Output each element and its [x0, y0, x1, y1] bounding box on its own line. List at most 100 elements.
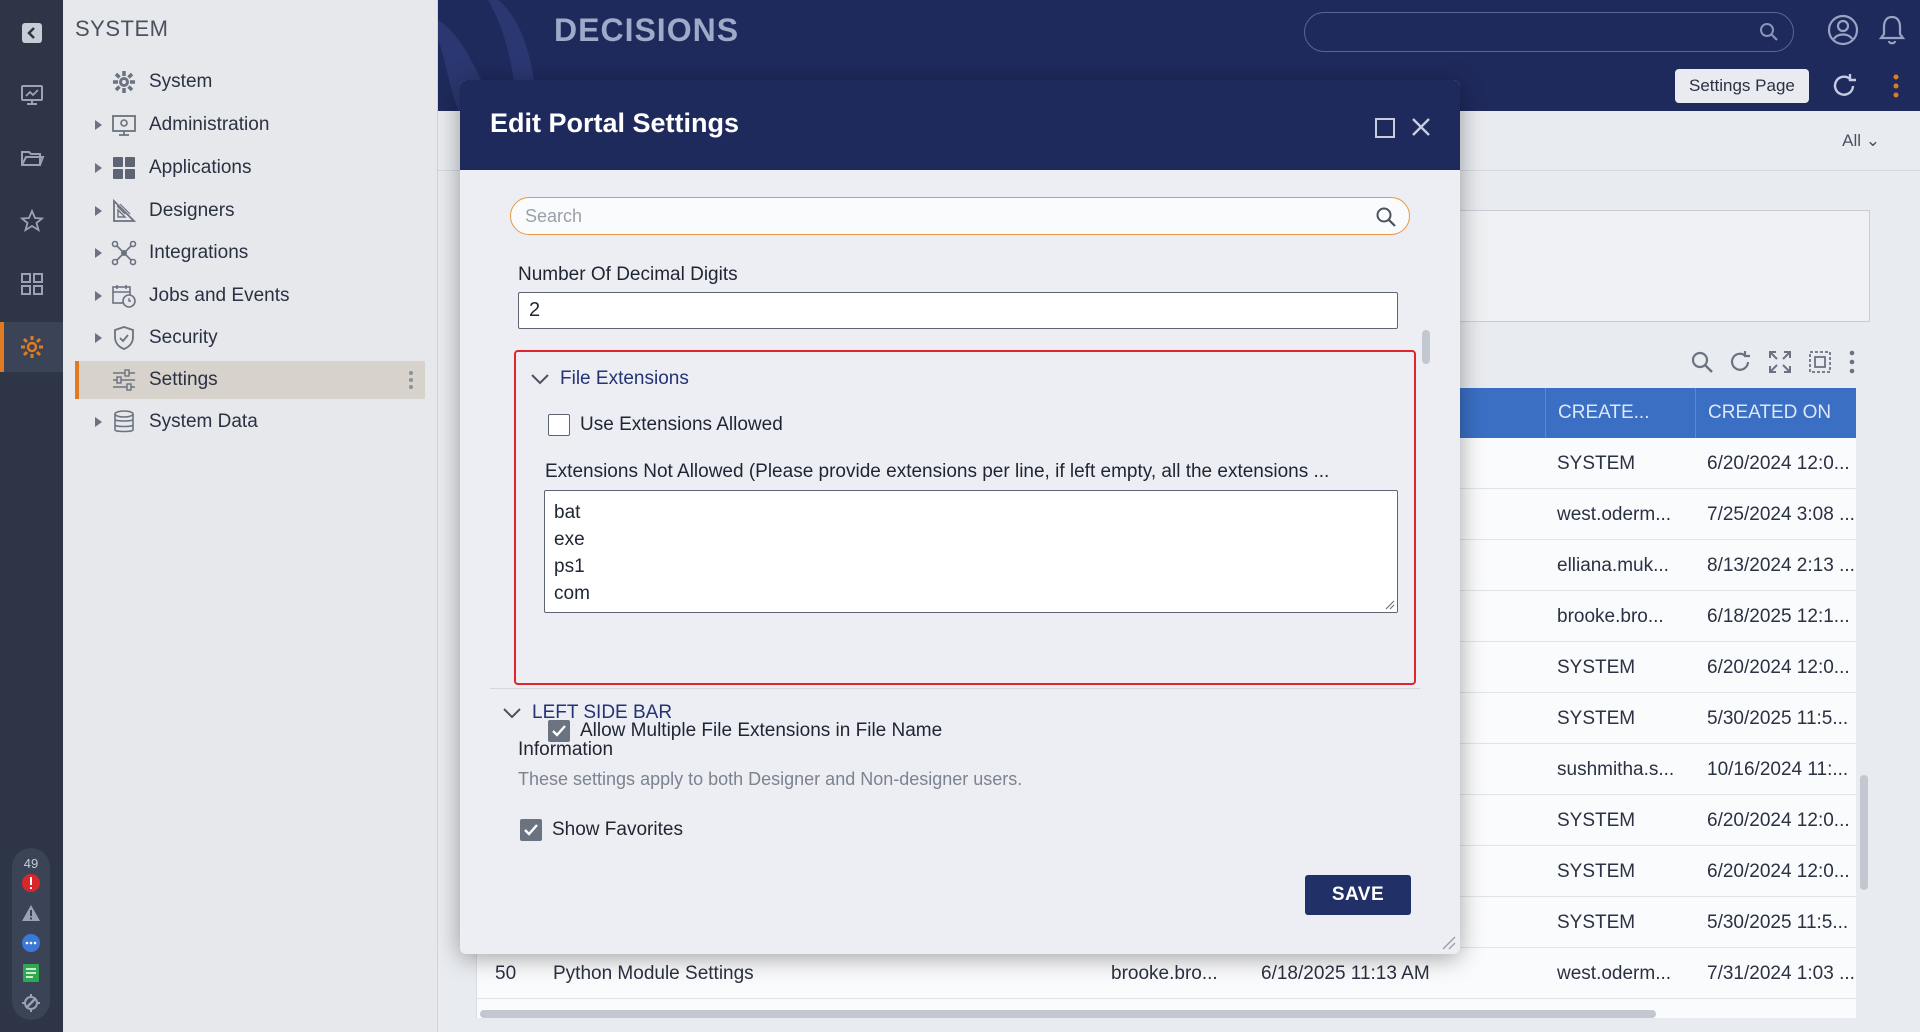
- caret-right-icon[interactable]: [91, 331, 105, 345]
- user-profile-icon[interactable]: [1827, 14, 1859, 46]
- chevron-down-icon: [503, 708, 521, 719]
- modal-resize-grip-icon[interactable]: [1442, 936, 1456, 950]
- warning-icon: [22, 905, 40, 921]
- use-extensions-allowed-row[interactable]: Use Extensions Allowed: [548, 414, 783, 436]
- row-created-by: SYSTEM: [1557, 452, 1636, 474]
- row-created-by: SYSTEM: [1557, 656, 1636, 678]
- tree-item-designers[interactable]: Designers: [83, 192, 433, 230]
- row-created-by: elliana.muk...: [1557, 554, 1669, 576]
- extensions-not-allowed-textarea[interactable]: bat exe ps1 com: [544, 490, 1398, 613]
- decimal-digits-label: Number Of Decimal Digits: [518, 264, 738, 285]
- document-button[interactable]: [12, 962, 50, 984]
- warning-button[interactable]: [12, 902, 50, 924]
- kebab-menu-icon[interactable]: [1893, 74, 1899, 98]
- horizontal-scrollbar[interactable]: [480, 1010, 1656, 1018]
- caret-right-icon[interactable]: [91, 415, 105, 429]
- row-created-by: west.oderm...: [1557, 503, 1672, 525]
- network-icon: [111, 240, 137, 266]
- extension-line: bat: [554, 502, 581, 523]
- tree-item-system-data[interactable]: System Data: [83, 403, 433, 441]
- caret-right-icon[interactable]: [91, 246, 105, 260]
- tree-item-administration[interactable]: Administration: [83, 106, 433, 144]
- global-search-input[interactable]: [1304, 12, 1794, 52]
- kebab-menu-icon[interactable]: [409, 371, 413, 389]
- settings-search-input[interactable]: [525, 204, 1345, 228]
- caret-right-icon[interactable]: [91, 289, 105, 303]
- maximize-icon[interactable]: [1375, 118, 1395, 138]
- row-created-by: SYSTEM: [1557, 809, 1636, 831]
- tree-item-label: Designers: [149, 200, 235, 221]
- caret-right-icon[interactable]: [91, 118, 105, 132]
- row-created-by: brooke.bro...: [1557, 605, 1664, 627]
- error-alert-button[interactable]: [12, 872, 50, 894]
- tree-item-jobs-and-events[interactable]: Jobs and Events: [83, 277, 433, 315]
- grid-refresh-icon[interactable]: [1728, 350, 1752, 374]
- panel-title: SYSTEM: [75, 16, 169, 41]
- row-created-by: SYSTEM: [1557, 707, 1636, 729]
- column-header-created-on[interactable]: CREATED ON: [1695, 388, 1856, 438]
- tree-item-applications[interactable]: Applications: [83, 149, 433, 187]
- modal-header: Edit Portal Settings: [460, 80, 1460, 170]
- grid-kebab-icon[interactable]: [1849, 350, 1855, 374]
- all-filter-dropdown[interactable]: All ⌄: [1842, 131, 1880, 151]
- show-favorites-checkbox[interactable]: [520, 819, 542, 841]
- row-created-on: 6/20/2024 12:0...: [1707, 656, 1850, 678]
- tree-item-system[interactable]: System: [83, 63, 433, 101]
- tree-item-security[interactable]: Security: [83, 319, 433, 357]
- refresh-icon[interactable]: [1830, 72, 1858, 100]
- checkmark-icon: [524, 824, 538, 836]
- monitor-chart-icon: [20, 85, 43, 105]
- search-icon[interactable]: [1375, 206, 1397, 228]
- settings-page-button[interactable]: Settings Page: [1675, 69, 1809, 103]
- tree-item-settings[interactable]: Settings: [75, 361, 425, 399]
- column-header-created-by[interactable]: CREATE...: [1545, 388, 1695, 438]
- row-created-on: 8/13/2024 2:13 ...: [1707, 554, 1855, 576]
- select-all-icon[interactable]: [1808, 350, 1832, 374]
- left-side-bar-header[interactable]: LEFT SIDE BAR: [502, 702, 672, 724]
- section-divider: [490, 688, 1420, 689]
- rail-favorites[interactable]: [0, 196, 63, 246]
- all-filter-label: All: [1842, 131, 1862, 150]
- resize-grip-icon[interactable]: [1385, 600, 1395, 610]
- caret-right-icon[interactable]: [91, 204, 105, 218]
- wrench-gear-icon: [22, 994, 40, 1012]
- close-icon[interactable]: [1410, 116, 1432, 138]
- caret-right-icon[interactable]: [91, 161, 105, 175]
- gear-icon: [20, 336, 43, 358]
- save-button[interactable]: SAVE: [1305, 875, 1411, 915]
- tree-item-label: Integrations: [149, 242, 249, 263]
- rail-system-settings[interactable]: [0, 322, 63, 372]
- extensions-not-allowed-label: Extensions Not Allowed (Please provide e…: [545, 461, 1330, 482]
- decimal-digits-input[interactable]: 2: [518, 292, 1398, 329]
- show-favorites-row[interactable]: Show Favorites: [520, 819, 683, 841]
- row-number: 50: [495, 962, 517, 984]
- file-extensions-header[interactable]: File Extensions: [530, 368, 689, 390]
- settings-search[interactable]: [510, 197, 1410, 235]
- chat-icon: [22, 934, 40, 952]
- tree-item-label: System Data: [149, 411, 258, 432]
- rail-folders[interactable]: [0, 133, 63, 183]
- table-row[interactable]: 50 Python Module Settings brooke.bro... …: [477, 948, 1856, 999]
- row-created-by: west.oderm...: [1557, 962, 1672, 984]
- left-rail: 49: [0, 0, 63, 1032]
- tree-item-label: Administration: [149, 114, 270, 135]
- bell-icon[interactable]: [1878, 14, 1906, 46]
- chat-button[interactable]: [12, 932, 50, 954]
- tree-item-label: Security: [149, 327, 218, 348]
- search-icon[interactable]: [1759, 22, 1779, 42]
- calendar-clock-icon: [112, 285, 136, 308]
- grid-search-icon[interactable]: [1690, 350, 1714, 374]
- row-name: Python Module Settings: [553, 962, 754, 984]
- tools-button[interactable]: [12, 992, 50, 1014]
- modal-scrollbar[interactable]: [1422, 330, 1430, 364]
- collapse-button[interactable]: [0, 8, 63, 58]
- rail-apps[interactable]: [0, 259, 63, 309]
- rail-dashboard[interactable]: [0, 70, 63, 120]
- use-extensions-allowed-checkbox[interactable]: [548, 414, 570, 436]
- information-text: These settings apply to both Designer an…: [518, 769, 1023, 789]
- tree-item-integrations[interactable]: Integrations: [83, 234, 433, 272]
- row-created-on: 6/20/2024 12:0...: [1707, 452, 1850, 474]
- vertical-scrollbar[interactable]: [1860, 775, 1868, 890]
- notification-count: 49: [23, 855, 39, 871]
- expand-icon[interactable]: [1768, 350, 1792, 374]
